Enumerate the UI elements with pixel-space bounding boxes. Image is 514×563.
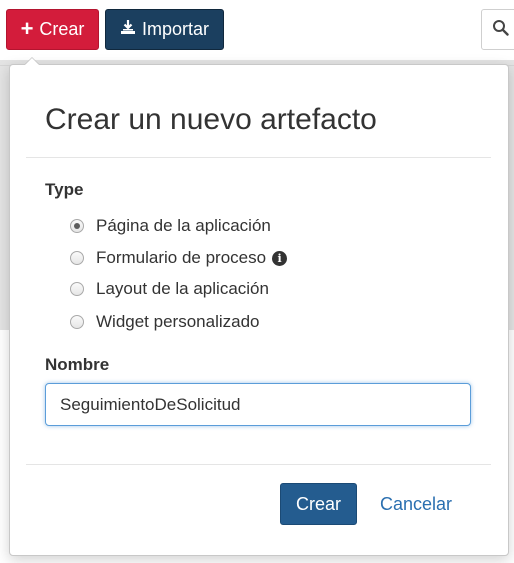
import-button-label: Importar — [141, 19, 210, 39]
search-icon — [492, 19, 509, 41]
submit-button[interactable]: Crear — [280, 483, 357, 525]
radio-widget[interactable] — [70, 315, 84, 329]
create-artifact-popover: Crear un nuevo artefacto Type Página de … — [9, 64, 509, 556]
type-option-layout[interactable]: Layout de la aplicación — [70, 279, 269, 299]
type-option-widget[interactable]: Widget personalizado — [70, 312, 259, 332]
type-option-label: Formulario de proceso — [96, 248, 267, 267]
search-button[interactable] — [481, 9, 514, 50]
type-option-label: Página de la aplicación — [96, 216, 271, 235]
radio-process-form[interactable] — [70, 251, 84, 265]
name-input[interactable] — [45, 383, 471, 426]
popover-title: Crear un nuevo artefacto — [45, 103, 377, 136]
title-divider — [26, 157, 491, 158]
type-option-label: Layout de la aplicación — [96, 279, 269, 298]
radio-layout[interactable] — [70, 282, 84, 296]
name-label: Nombre — [45, 355, 110, 374]
popover-caret-inner — [25, 58, 39, 65]
type-option-process-form[interactable]: Formulario de proceso i — [70, 248, 288, 268]
type-option-label: Widget personalizado — [96, 312, 260, 331]
create-button[interactable]: + Crear — [6, 9, 99, 50]
import-icon — [120, 19, 136, 40]
create-button-label: Crear — [39, 19, 85, 39]
type-label: Type — [45, 180, 84, 199]
radio-page[interactable] — [70, 219, 84, 233]
cancel-link[interactable]: Cancelar — [380, 483, 452, 525]
plus-icon: + — [20, 15, 34, 41]
info-icon[interactable]: i — [272, 250, 288, 266]
import-button[interactable]: Importar — [105, 9, 224, 50]
type-option-page[interactable]: Página de la aplicación — [70, 216, 271, 236]
footer-divider — [26, 464, 491, 465]
